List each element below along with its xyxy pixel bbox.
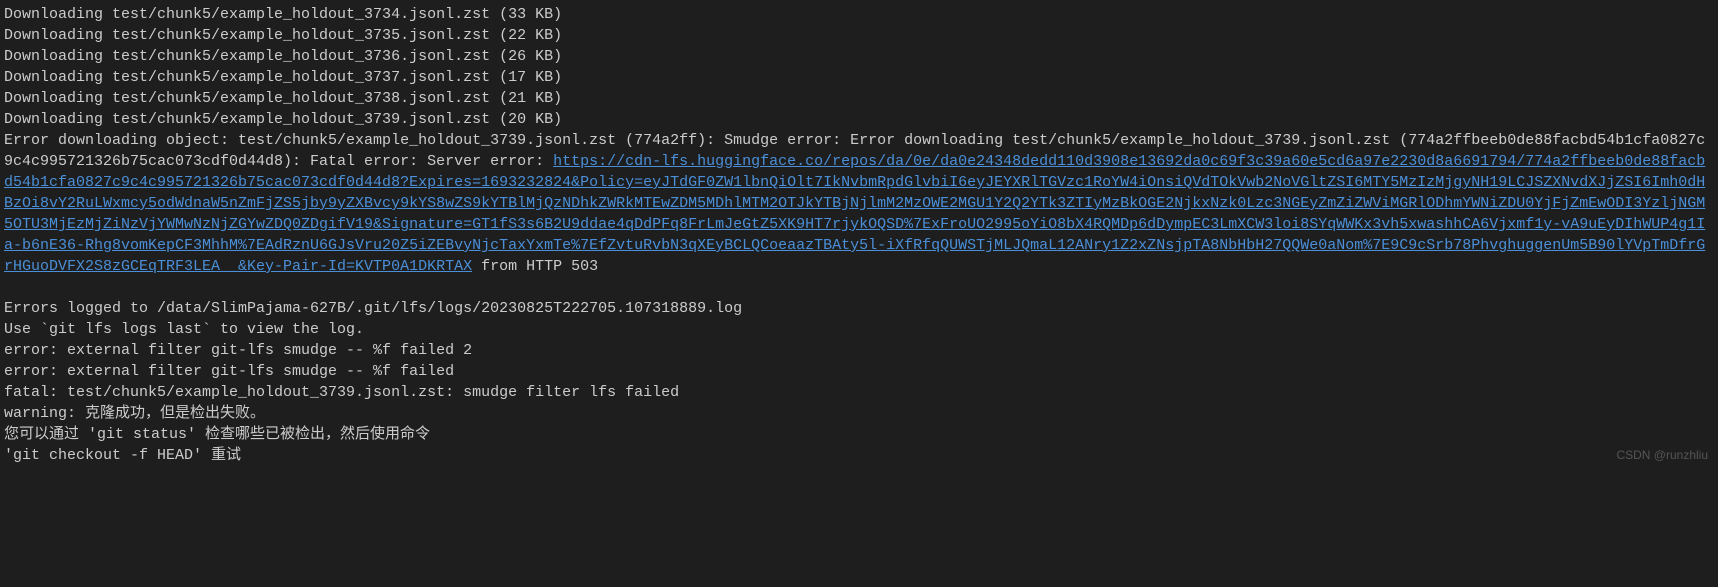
log-line: warning: 克隆成功，但是检出失败。: [4, 403, 1714, 424]
log-line: 'git checkout -f HEAD' 重试: [4, 445, 1714, 466]
download-line: Downloading test/chunk5/example_holdout_…: [4, 109, 1714, 130]
blank-line: [4, 277, 1714, 298]
log-line: error: external filter git-lfs smudge --…: [4, 361, 1714, 382]
watermark: CSDN @runzhliu: [1616, 447, 1708, 464]
download-line: Downloading test/chunk5/example_holdout_…: [4, 67, 1714, 88]
error-url-link[interactable]: https://cdn-lfs.huggingface.co/repos/da/…: [4, 153, 1705, 275]
terminal-output: Downloading test/chunk5/example_holdout_…: [4, 4, 1714, 466]
error-line: Error downloading object: test/chunk5/ex…: [4, 130, 1714, 277]
download-line: Downloading test/chunk5/example_holdout_…: [4, 46, 1714, 67]
download-line: Downloading test/chunk5/example_holdout_…: [4, 88, 1714, 109]
error-suffix: from HTTP 503: [472, 258, 598, 275]
log-line: Use `git lfs logs last` to view the log.: [4, 319, 1714, 340]
log-line: fatal: test/chunk5/example_holdout_3739.…: [4, 382, 1714, 403]
log-line: 您可以通过 'git status' 检查哪些已被检出，然后使用命令: [4, 424, 1714, 445]
download-line: Downloading test/chunk5/example_holdout_…: [4, 25, 1714, 46]
download-line: Downloading test/chunk5/example_holdout_…: [4, 4, 1714, 25]
log-line: Errors logged to /data/SlimPajama-627B/.…: [4, 298, 1714, 319]
log-line: error: external filter git-lfs smudge --…: [4, 340, 1714, 361]
